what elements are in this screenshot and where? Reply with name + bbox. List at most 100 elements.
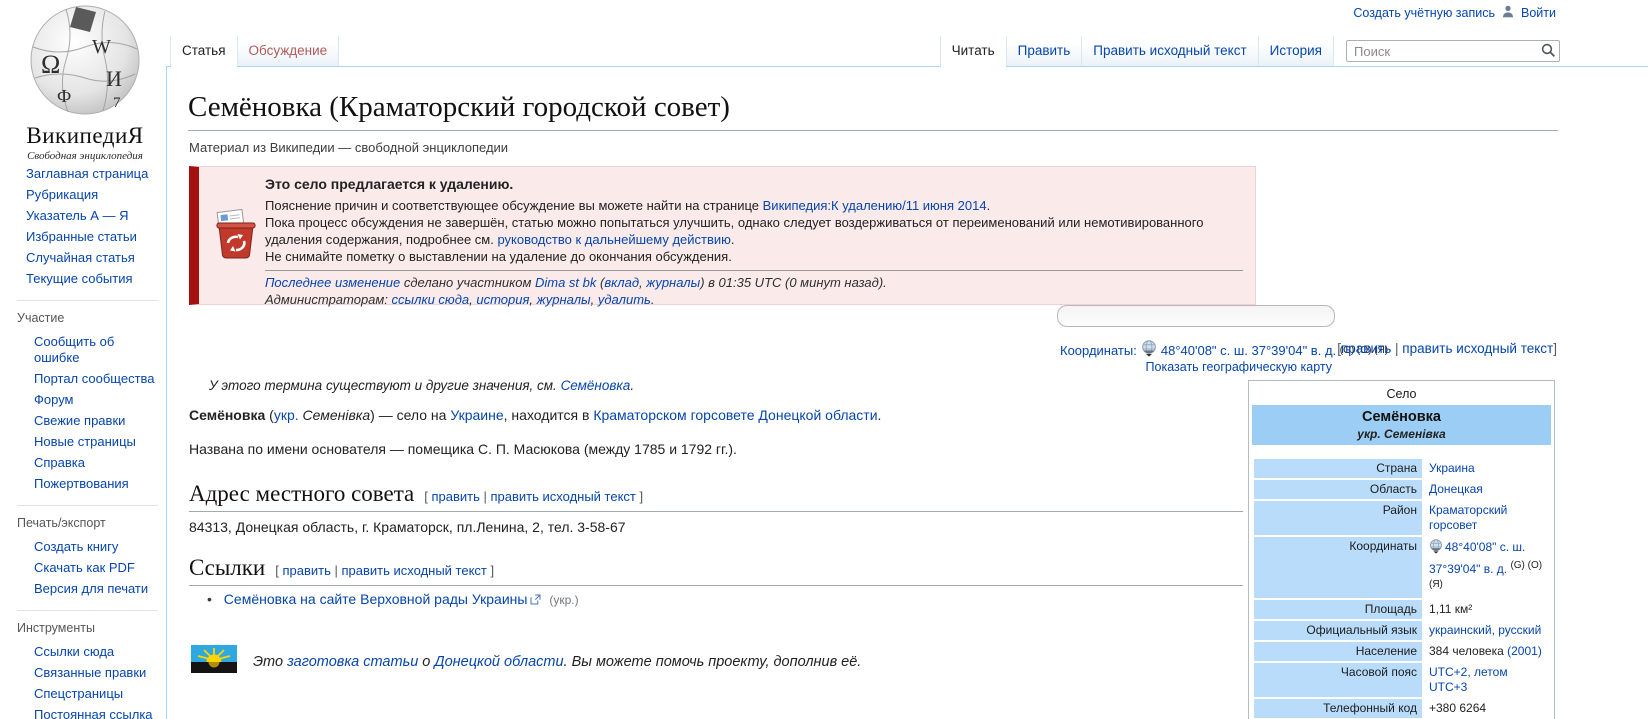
admin-links-here-link[interactable]: ссылки сюда [392, 292, 470, 307]
coordinates-value-link[interactable]: 48°40'08" с. ш. 37°39'04" в. д. [1161, 343, 1336, 358]
wikipedia-page: Создать учётную запись Войти Ω W И Ф 7 В… [0, 0, 1648, 719]
user-dima-link[interactable]: Dima st bk [535, 275, 596, 290]
sidebar-item-current-events[interactable]: Текущие события [26, 268, 166, 289]
text: сделано участником [400, 275, 535, 290]
ukraine-link[interactable]: Украине [450, 407, 503, 423]
text: Пояснение причин и соответствующее обсуж… [265, 198, 763, 213]
last-change-link[interactable]: Последнее изменение [265, 275, 400, 290]
tab-history[interactable]: История [1257, 36, 1334, 66]
verkhovna-rada-link[interactable]: Семёновка на сайте Верховной рады Украин… [224, 591, 528, 607]
tab-edit[interactable]: Править [1005, 36, 1082, 66]
oblast-link[interactable]: Донецкая [1429, 482, 1483, 496]
sidebar-item-report-error[interactable]: Сообщить об ошибке [17, 331, 158, 368]
infobox-row: Область Донецкая [1254, 480, 1549, 499]
sidebar-item-special-pages[interactable]: Спецстраницы [17, 683, 158, 704]
deletion-heading: Это село предлагается к удалению. [265, 176, 514, 192]
text: о [418, 653, 435, 670]
wikipedia-logo[interactable]: Ω W И Ф 7 ВикипедиЯ Свободная энциклопед… [10, 3, 160, 162]
hatnote-semyonovka-link[interactable]: Семёновка [561, 378, 631, 393]
bracket: ] [1553, 341, 1557, 356]
sidebar-item-random[interactable]: Случайная статья [26, 247, 166, 268]
admin-logs-link[interactable]: журналы [537, 292, 591, 307]
deletion-line-3: Не снимайте пометку о выставлении на уда… [265, 249, 732, 264]
sidebar-item-help[interactable]: Справка [17, 452, 158, 473]
edit-source-link[interactable]: править исходный текст [491, 489, 636, 504]
sidebar-item-forum[interactable]: Форум [17, 389, 158, 410]
deletion-notice: Это село предлагается к удалению. Поясне… [189, 166, 1256, 307]
infobox-row: Район Краматорский горсовет [1254, 501, 1549, 535]
infobox-row: Координаты 48°40'08" с. ш. 37°39'04" в. д… [1254, 537, 1549, 598]
globe-icon[interactable] [1429, 539, 1443, 557]
infobox-type: Село [1386, 387, 1417, 401]
personal-bar: Создать учётную запись Войти [1353, 5, 1556, 21]
donetsk-flag-icon [191, 645, 237, 678]
text: . [630, 378, 635, 393]
deletion-guideline-link[interactable]: руководство к дальнейшему действию [497, 232, 730, 247]
sidebar-item-community-portal[interactable]: Портал сообщества [17, 368, 158, 389]
sidebar-item-rubrication[interactable]: Рубрикация [26, 184, 166, 205]
infobox-value: 1,11 км² [1429, 602, 1473, 616]
edit-link[interactable]: править [431, 489, 479, 504]
search-icon[interactable] [1541, 43, 1556, 63]
text: Администраторам: [265, 292, 392, 307]
census-year-link[interactable]: (2001) [1507, 644, 1542, 658]
tab-edit-source[interactable]: Править исходный текст [1081, 36, 1258, 66]
donetsk-oblast-link[interactable]: Донецкой области [434, 654, 563, 670]
stub-link[interactable]: заготовка статьи [287, 654, 418, 670]
show-map-link[interactable]: Показать географическую карту [1146, 360, 1332, 374]
article-subject: Семёновка [189, 407, 266, 423]
deletion-lastmod-line: Последнее изменение сделано участником D… [265, 274, 1243, 291]
globe-puzzle-icon: Ω W И Ф 7 [10, 3, 160, 122]
svg-text:Ω: Ω [41, 50, 60, 79]
hatnote: У этого термина существуют и другие знач… [209, 378, 634, 393]
timezone-link[interactable]: UTC+2, летом UTC+3 [1429, 665, 1508, 694]
stub-text: Это заготовка статьи о Донецкой области.… [253, 654, 861, 670]
sidebar-item-related-changes[interactable]: Связанные правки [17, 662, 158, 683]
sidebar-item-index[interactable]: Указатель А — Я [26, 205, 166, 226]
infobox-label: Район [1254, 501, 1422, 535]
admin-delete-link[interactable]: удалить [598, 292, 651, 307]
sidebar-item-download-pdf[interactable]: Скачать как PDF [17, 557, 158, 578]
sidebar-item-what-links-here[interactable]: Ссылки сюда [17, 641, 158, 662]
search-input[interactable] [1346, 40, 1560, 62]
sidebar-section-title: Печать/экспорт [17, 516, 106, 530]
raion-link[interactable]: Краматорском горсовете Донецкой области [593, 407, 877, 423]
tab-talk[interactable]: Обсуждение [236, 36, 340, 66]
sidebar-item-create-book[interactable]: Создать книгу [17, 536, 158, 557]
edit-source-link[interactable]: править исходный текст [342, 563, 487, 578]
languages-link[interactable]: украинский, русский [1429, 623, 1541, 637]
admin-history-link[interactable]: история [476, 292, 529, 307]
globe-icon[interactable] [1141, 340, 1157, 360]
raion-link[interactable]: Краматорский горсовет [1429, 503, 1507, 532]
sidebar-main-nav: Заглавная страница Рубрикация Указатель … [0, 163, 166, 289]
edit-link[interactable]: править [1341, 341, 1391, 356]
text: Это [253, 653, 288, 670]
tab-read[interactable]: Читать [939, 36, 1006, 67]
section-edit-links: [ править | править исходный текст ] [275, 563, 494, 578]
sidebar-item-donate[interactable]: Пожертвования [17, 473, 158, 494]
tab-article[interactable]: Статья [170, 36, 237, 67]
deletion-discussion-link[interactable]: Википедия:К удалению/11 июня 2014 [763, 198, 987, 213]
country-link[interactable]: Украина [1429, 461, 1475, 475]
logs-link[interactable]: журналы [646, 275, 700, 290]
coordinates-label[interactable]: Координаты: [1060, 343, 1137, 358]
edit-source-link[interactable]: править исходный текст [1402, 341, 1553, 356]
bracket: ] [635, 489, 644, 504]
sidebar-item-featured[interactable]: Избранные статьи [26, 226, 166, 247]
sidebar-item-new-pages[interactable]: Новые страницы [17, 431, 158, 452]
login-link[interactable]: Войти [1521, 6, 1556, 20]
sidebar-item-recent-changes[interactable]: Свежие правки [17, 410, 158, 431]
infobox-label: Часовой пояс [1254, 663, 1422, 697]
separator: | [1391, 341, 1403, 356]
create-account-link[interactable]: Создать учётную запись [1353, 6, 1495, 20]
article-content: Семёновка (Краматорский городской совет)… [167, 67, 1648, 719]
sidebar-item-printable[interactable]: Версия для печати [17, 578, 158, 599]
contribs-link[interactable]: вклад [604, 275, 639, 290]
sidebar-item-permanent-link[interactable]: Постоянная ссылка [17, 704, 158, 719]
infobox-table: Страна Украина Область Донецкая Район Крама… [1252, 457, 1551, 719]
sidebar-item-main-page[interactable]: Заглавная страница [26, 163, 166, 184]
ukrainian-lang-link[interactable]: укр. [274, 407, 299, 423]
text: ( [265, 407, 274, 423]
edit-link[interactable]: править [282, 563, 330, 578]
infobox-name: Семёновка [1362, 409, 1441, 425]
